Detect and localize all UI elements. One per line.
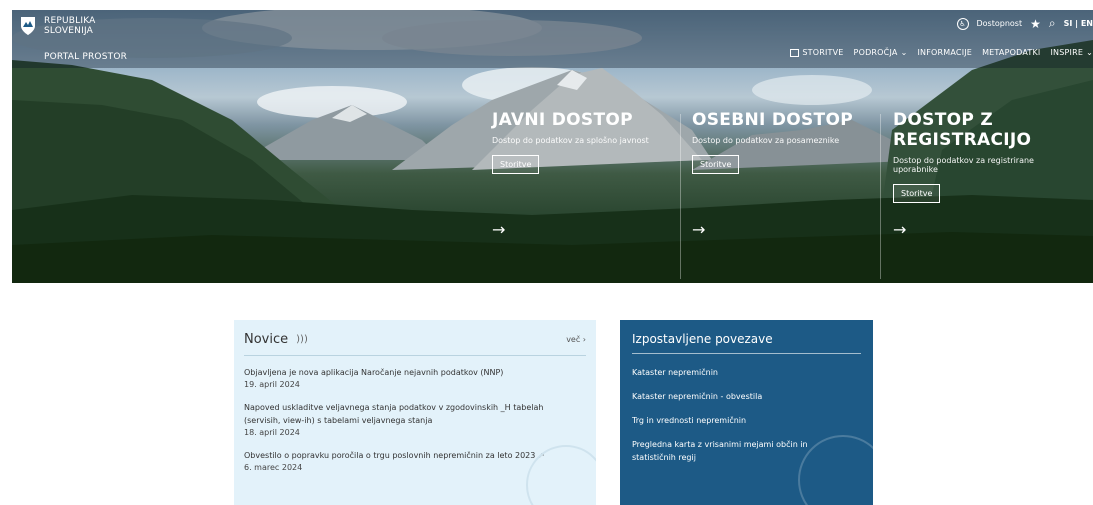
panel-registered-desc: Dostop do podatkov za registrirane upora… [893,156,1034,174]
page: REPUBLIKA SLOVENIJA PORTAL PROSTOR ♿ Dos… [0,0,1093,505]
news-divider [244,355,586,356]
nav-metapodatki[interactable]: METAPODATKI [982,48,1040,57]
nav-storitve[interactable]: STORITVE [790,48,843,57]
news-title: Novice [244,332,289,347]
panel-registered-title: DOSTOP Z REGISTRACIJO [893,110,1034,150]
panel-personal-desc: Dostop do podatkov za posameznike [692,136,840,145]
chevron-right-icon: › [582,335,586,344]
news-more-label: več [566,335,581,344]
chevron-down-icon: ⌄ [900,48,908,57]
chevron-down-icon: ⌄ [1086,48,1093,57]
news-item-title-line2: (servisih, view-ih) s tabelami veljavneg… [244,416,433,425]
top-bar [12,10,1093,68]
portal-name[interactable]: PORTAL PROSTOR [44,52,127,62]
accessibility-icon[interactable]: ♿ [956,17,969,30]
news-item-title-text: Obvestilo o popravku poročila o trgu pos… [244,451,536,460]
featured-links-card: Izpostavljene povezave Kataster nepremič… [620,320,873,505]
news-card: Novice ))) več › Objavljena je nova apli… [234,320,596,505]
featured-links-divider [632,353,861,354]
panel-divider [880,114,881,279]
news-header: Novice ))) več › [234,320,596,347]
language-switcher[interactable]: SI | EN [1064,19,1093,28]
panel-personal-access: OSEBNI DOSTOP Dostop do podatkov za posa… [692,110,853,174]
news-title-wrap: Novice ))) [244,332,308,347]
news-item-date: 18. april 2024 [244,428,300,437]
panel-divider [680,114,681,279]
nav-storitve-label: STORITVE [802,48,844,57]
registered-services-button[interactable]: Storitve [893,184,941,203]
panel-public-desc: Dostop do podatkov za splošno javnost [492,136,649,145]
link-kataster[interactable]: Kataster nepremičnin [620,366,873,379]
star-icon[interactable]: ★ [1030,17,1041,31]
nav-podrocja[interactable]: PODROČJA ⌄ [854,48,908,57]
arrow-right-icon[interactable]: → [893,220,906,239]
main-nav: STORITVE PODROČJA ⌄ INFORMACIJE METAPODA… [790,48,1093,57]
news-item-title-line1: Napoved uskladitve veljavnega stanja pod… [244,403,544,412]
panel-registered-desc-line2: uporabnike [893,165,938,174]
link-pregledna-karta-line2: statističnih regij [632,453,696,462]
panel-registered-access: DOSTOP Z REGISTRACIJO Dostop do podatkov… [893,110,1034,203]
panel-public-access: JAVNI DOSTOP Dostop do podatkov za sploš… [492,110,649,174]
arrow-right-icon[interactable]: → [692,220,705,239]
nav-informacije[interactable]: INFORMACIJE [917,48,972,57]
accessibility-link[interactable]: Dostopnost [977,19,1023,28]
link-trg-vrednosti[interactable]: Trg in vrednosti nepremičnin [620,414,873,427]
news-item-date: 19. april 2024 [244,380,300,389]
panel-registered-title-line2: REGISTRACIJO [893,130,1032,150]
nav-informacije-label: INFORMACIJE [917,48,973,57]
brand-line-1: REPUBLIKA [44,16,96,26]
nav-metapodatki-label: METAPODATKI [982,48,1041,57]
nav-inspire[interactable]: INSPIRE ⌄ [1050,48,1093,57]
personal-services-button[interactable]: Storitve [692,155,740,174]
brand[interactable]: REPUBLIKA SLOVENIJA [20,16,96,36]
panel-registered-desc-line1: Dostop do podatkov za registrirane [893,156,1034,165]
news-item-title[interactable]: Objavljena je nova aplikacija Naročanje … [244,366,586,379]
rss-icon[interactable]: ))) [296,334,308,345]
news-item-title[interactable]: Napoved uskladitve veljavnega stanja pod… [244,401,586,427]
news-more-link[interactable]: več › [566,335,586,344]
news-item[interactable]: Objavljena je nova aplikacija Naročanje … [234,366,596,391]
arrow-right-icon[interactable]: → [492,220,505,239]
nav-inspire-label: INSPIRE [1050,48,1084,57]
panel-registered-title-line1: DOSTOP Z [893,110,993,130]
public-services-button[interactable]: Storitve [492,155,540,174]
panel-personal-title: OSEBNI DOSTOP [692,110,853,130]
utility-bar: ♿ Dostopnost ★ ⌕ SI | EN [956,16,1093,31]
coat-of-arms-icon [21,17,35,35]
link-pregledna-karta-line1: Pregledna karta z vrisanimi mejami občin… [632,440,808,449]
news-item[interactable]: Napoved uskladitve veljavnega stanja pod… [234,401,596,439]
link-kataster-obvestila[interactable]: Kataster nepremičnin - obvestila [620,390,873,403]
search-icon[interactable]: ⌕ [1049,16,1056,31]
hero-banner: REPUBLIKA SLOVENIJA PORTAL PROSTOR ♿ Dos… [12,10,1093,283]
panel-public-title: JAVNI DOSTOP [492,110,633,130]
featured-links-title: Izpostavljene povezave [632,332,773,346]
nav-podrocja-label: PODROČJA [853,48,898,57]
storefront-icon [790,48,800,57]
brand-line-2: SLOVENIJA [44,26,94,36]
